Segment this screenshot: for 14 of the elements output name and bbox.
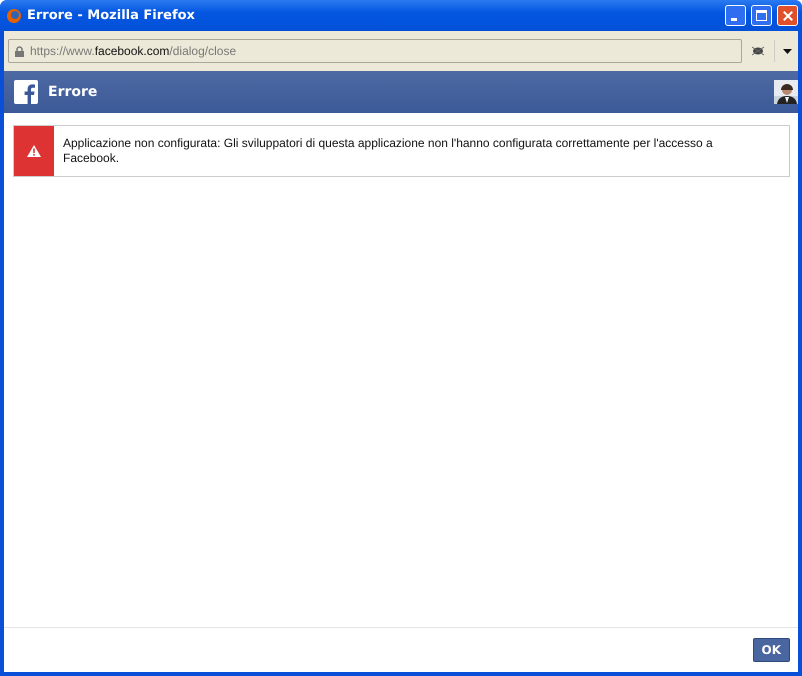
- facebook-logo-icon: [14, 80, 38, 104]
- minimize-button[interactable]: [725, 5, 746, 26]
- dropdown-arrow-icon[interactable]: [783, 48, 792, 54]
- address-field[interactable]: https://www.facebook.com/dialog/close: [8, 39, 742, 63]
- ok-button[interactable]: OK: [752, 638, 790, 662]
- dialog-title: Errore: [48, 84, 98, 100]
- error-message: Applicazione non configurata: Gli sviluppatori di questa applicazione non l'hanno configurata correttamente per l'accesso a Facebook.: [62, 135, 714, 167]
- browser-logo-icon: [6, 8, 22, 24]
- close-button[interactable]: [777, 5, 798, 26]
- window-title: Errore - Mozilla Firefox: [27, 8, 196, 23]
- maximize-button[interactable]: [751, 5, 772, 26]
- warning-icon: [27, 145, 41, 157]
- lock-icon: [15, 46, 24, 56]
- bug-icon[interactable]: [750, 45, 766, 57]
